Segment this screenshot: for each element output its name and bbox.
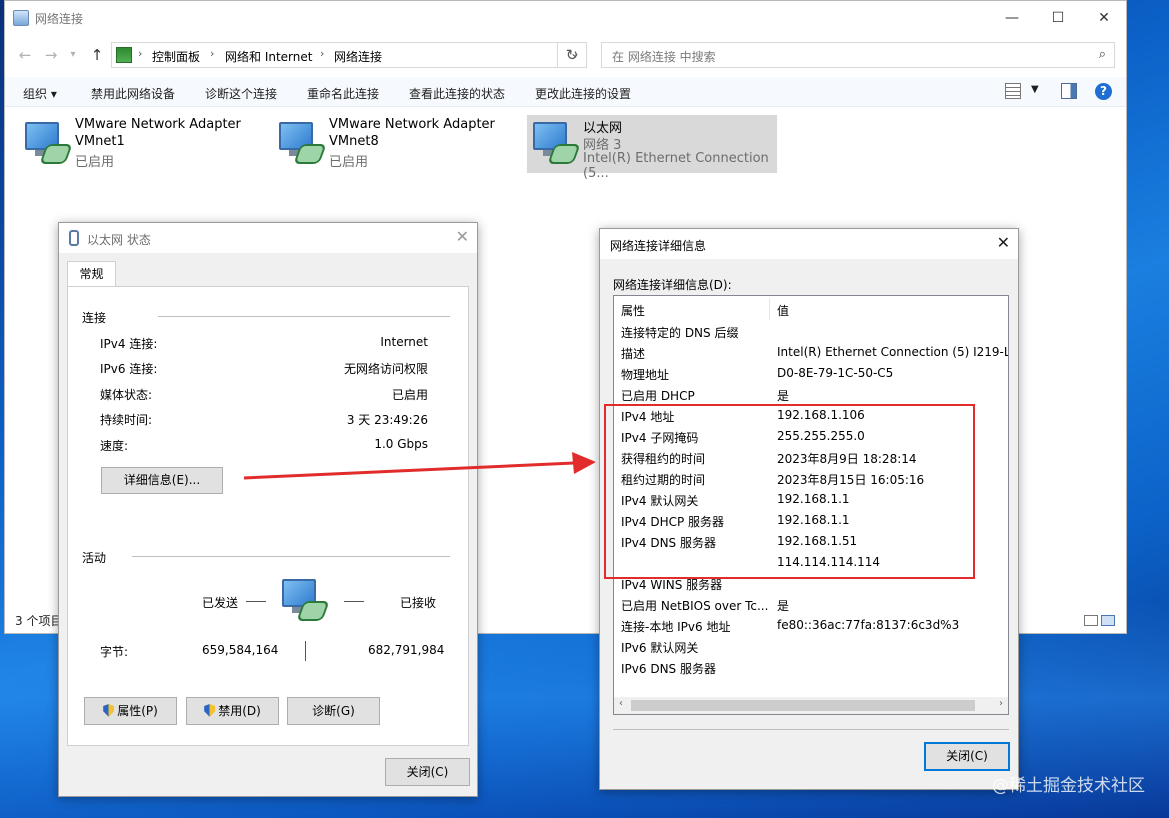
arrow-line [243,461,575,480]
watermark: @稀土掘金技术社区 [992,776,1145,796]
annotation-arrow [243,452,596,480]
arrow-head [572,452,596,474]
